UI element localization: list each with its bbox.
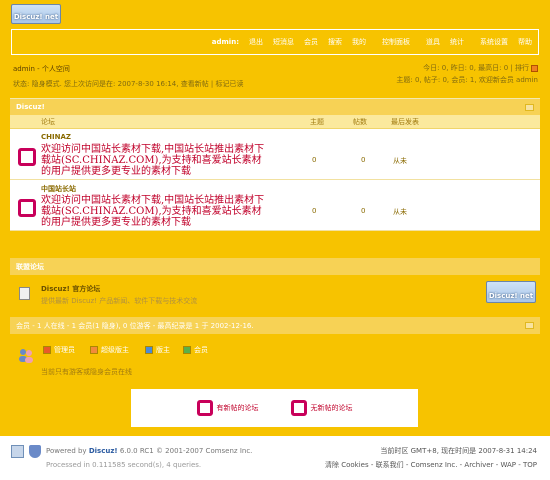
col-topics: 主题 [310,117,324,126]
admin-icon [43,346,51,354]
link-name[interactable]: Discuz! 官方论坛 [41,284,100,294]
link-logo-text: Discuz! net [488,292,534,300]
nav-control-panel[interactable]: 控制面板 [382,37,410,47]
online-section: 管理员 超级版主 版主 会员 当前只有游客或隐身会员在线 [10,337,540,381]
legend-super-mod: 超级版主 [90,345,129,355]
column-headers: 论坛 主题 帖数 最后发表 [10,115,540,129]
legend-new-posts: 有新帖的论坛 [196,400,259,416]
forum-topics: 0 [312,207,317,215]
nav-items[interactable]: 道具 [426,37,440,47]
legend-new-label: 有新帖的论坛 [216,404,259,412]
forum-last-post: 从未 [393,157,407,165]
legend-no-new-posts: 无新帖的论坛 [290,400,353,416]
super-moderator-icon [90,346,98,354]
powered-prefix: Powered by [46,447,87,455]
new-posts-icon [196,400,213,416]
collapse-icon[interactable] [525,322,534,329]
shield-icon [29,445,41,458]
forum-status-icon [18,148,36,166]
nav-mine[interactable]: 我的 [352,37,366,47]
forum-row: 中国站长站 欢迎访问中国站长素材下载,中国站长站推出素材下载站(SC.CHINA… [10,180,540,231]
site-logo[interactable]: Discuz! net [11,4,61,24]
forum-section-title[interactable]: Discuz! [16,103,45,111]
timezone-info: 当前时区 GMT+8, 现在时间是 2007-8-31 14:24 [380,447,537,455]
online-section-header: 会员 - 1 人在线 - 1 会员(1 隐身), 0 位游客 - 最高纪录是 1… [10,317,540,334]
footer-links[interactable]: 清除 Cookies - 联系我们 - Comsenz Inc. - Archi… [325,460,537,470]
rss-icon[interactable] [531,64,538,72]
moderator-icon [145,346,153,354]
collapse-icon[interactable] [525,103,534,111]
search-icon[interactable] [11,445,24,458]
links-section: Discuz! 官方论坛 提供最新 Discuz! 产品新闻、软件下载与技术交流… [10,278,540,312]
legend-moderator: 版主 [145,345,170,355]
col-forum: 论坛 [41,117,55,126]
link-logo[interactable]: Discuz! net [486,281,536,303]
processed-info: Processed in 0.111585 second(s), 4 queri… [46,461,202,469]
document-icon [19,287,30,300]
forum-last-post: 从未 [393,208,407,216]
nav-admin-settings[interactable]: 系统设置 [480,37,508,47]
online-note: 当前只有游客或隐身会员在线 [41,368,132,376]
nav-messages[interactable]: 短消息 [273,37,294,47]
forum-section-header: Discuz! [10,98,540,115]
breadcrumb[interactable]: admin - 个人空间 [13,64,70,74]
nav-user[interactable]: admin: [212,38,239,46]
top-navbar: admin: 退出 短消息 会员 搜索 我的 控制面板 道具 统计 系统设置 帮… [11,29,539,55]
col-posts: 帖数 [353,117,367,126]
forum-name[interactable]: 中国站长站 [41,184,76,194]
legend-label: 超级版主 [101,346,129,354]
member-icon [183,346,191,354]
forum-row: CHINAZ 欢迎访问中国站长素材下载,中国站长站推出素材下载站(SC.CHIN… [10,129,540,180]
forum-section: Discuz! 论坛 主题 帖数 最后发表 CHINAZ 欢迎访问中国站长素材下… [10,98,540,231]
legend-label: 会员 [194,346,208,354]
links-section-header: 联盟论坛 [10,258,540,275]
links-section-title: 联盟论坛 [16,262,44,271]
nav-search[interactable]: 搜索 [328,37,342,47]
forum-topics: 0 [312,156,317,164]
nav-help[interactable]: 帮助 [518,37,532,47]
welcome-status: 状态: 隐身模式. 您上次访问是在: 2007-8-30 16:14, 查看新帖… [13,80,244,88]
legend-admin: 管理员 [43,345,75,355]
nav-members[interactable]: 会员 [304,37,318,47]
powered-by: Powered by Discuz! 6.0.0 RC1 © 2001-2007… [46,447,252,455]
logo-text: Discuz! net [13,13,59,21]
legend-nonew-label: 无新帖的论坛 [310,404,353,412]
legend-member: 会员 [183,345,208,355]
brand-link[interactable]: Discuz! [89,447,118,455]
powered-suffix: 6.0.0 RC1 © 2001-2007 Comsenz Inc. [119,447,253,455]
nav-logout[interactable]: 退出 [249,37,263,47]
forum-posts: 0 [361,207,366,215]
users-icon [19,349,33,363]
forum-posts: 0 [361,156,366,164]
link-description: 提供最新 Discuz! 产品新闻、软件下载与技术交流 [41,297,198,305]
daily-stats-text: 今日: 0, 昨日: 0, 最高日: 0 | 排行 [423,64,529,72]
forum-name[interactable]: CHINAZ [41,133,71,141]
nav-stats[interactable]: 统计 [450,37,464,47]
online-summary[interactable]: 会员 - 1 人在线 - 1 会员(1 隐身), 0 位游客 - 最高纪录是 1… [16,321,254,331]
no-new-posts-icon [290,400,307,416]
forum-description: 欢迎访问中国站长素材下载,中国站长站推出素材下载站(SC.CHINAZ.COM)… [41,195,265,228]
col-last: 最后发表 [391,117,419,126]
footer: Powered by Discuz! 6.0.0 RC1 © 2001-2007… [0,436,550,480]
daily-stats: 今日: 0, 昨日: 0, 最高日: 0 | 排行 [423,63,538,73]
legend-label: 版主 [156,346,170,354]
forum-icon-legend: 有新帖的论坛 无新帖的论坛 [131,389,418,427]
forum-description: 欢迎访问中国站长素材下载,中国站长站推出素材下载站(SC.CHINAZ.COM)… [41,144,265,177]
forum-status-icon [18,199,36,217]
board-stats: 主题: 0, 帖子: 0, 会员: 1, 欢迎新会员 admin [396,76,538,84]
legend-label: 管理员 [54,346,75,354]
